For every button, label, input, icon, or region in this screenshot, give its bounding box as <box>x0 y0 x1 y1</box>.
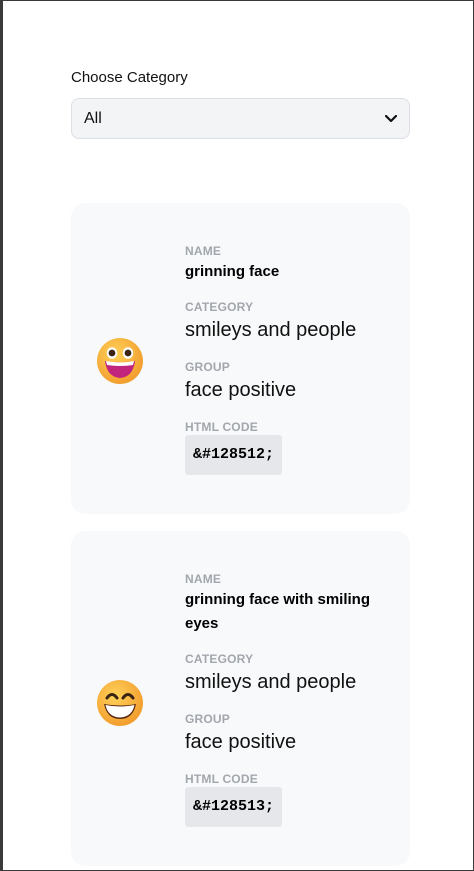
emoji-name: grinning face with smiling <box>185 591 371 608</box>
name-label: NAME <box>185 244 222 258</box>
emoji-group: face positive <box>185 731 297 753</box>
category-select-label: Choose Category <box>71 69 188 86</box>
group-label: GROUP <box>185 360 231 374</box>
grinning-face-icon <box>96 337 144 385</box>
category-label: CATEGORY <box>185 652 254 666</box>
emoji-name: grinning face <box>185 263 280 280</box>
emoji-group: face positive <box>185 379 297 401</box>
chevron-down-icon <box>385 113 397 125</box>
html-code-label: HTML CODE <box>185 420 258 434</box>
emoji-category: smileys and people <box>185 671 357 693</box>
name-label: NAME <box>185 572 222 586</box>
emoji-html-code: &#128513; <box>185 787 283 827</box>
emoji-html-code: &#128512; <box>185 435 283 475</box>
category-label: CATEGORY <box>185 300 254 314</box>
app-window: Choose Category All NAME grinning face C… <box>0 0 474 871</box>
category-select-value: All <box>84 109 102 127</box>
category-select[interactable]: All <box>71 98 410 139</box>
grinning-face-with-smiling-eyes-icon <box>96 679 144 727</box>
emoji-name-continued: eyes <box>185 615 219 632</box>
html-code-label: HTML CODE <box>185 772 258 786</box>
emoji-category: smileys and people <box>185 319 357 341</box>
group-label: GROUP <box>185 712 231 726</box>
